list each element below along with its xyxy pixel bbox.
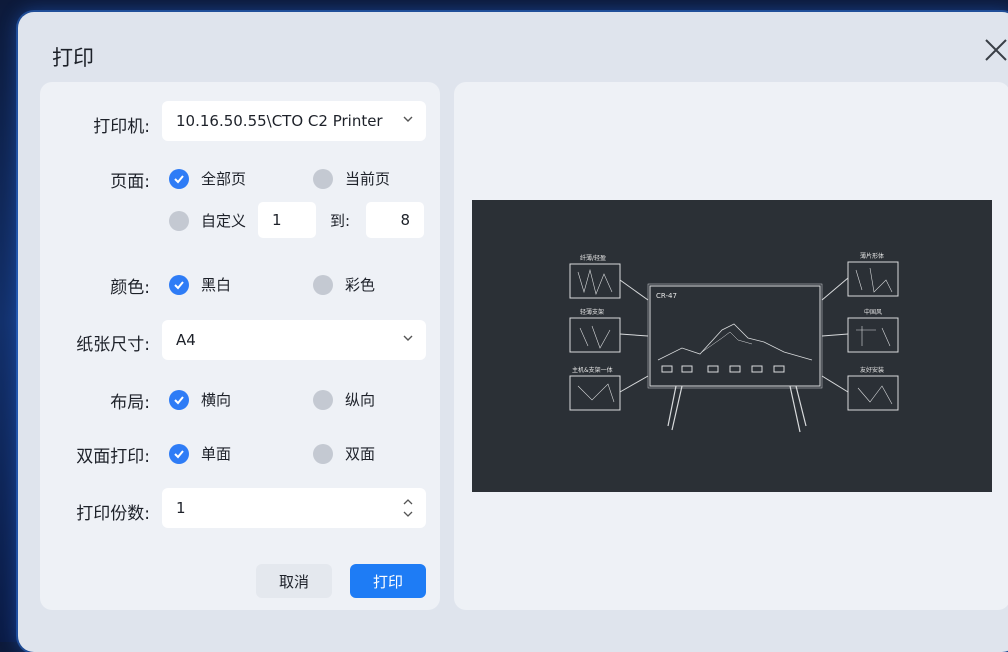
to-label: 到: — [330, 212, 351, 230]
single-side-label: 单面 — [201, 445, 232, 463]
chevron-down-icon — [403, 116, 413, 122]
current-page-label: 当前页 — [345, 170, 391, 188]
duplex-label: 双面打印: — [76, 447, 150, 467]
callout-label-2: 轻薄支架 — [580, 308, 604, 316]
callout-label-6: 友好安装 — [860, 366, 884, 374]
copies-value: 1 — [176, 499, 186, 517]
copies-stepper[interactable]: 1 — [162, 488, 426, 528]
paper-size-select[interactable]: A4 — [162, 320, 426, 360]
radio-landscape[interactable]: 横向 — [169, 389, 231, 410]
radio-checked-icon — [169, 443, 189, 464]
radio-unchecked-icon — [313, 389, 333, 410]
radio-unchecked-icon — [313, 168, 333, 189]
radio-unchecked-icon — [313, 274, 333, 295]
display-sketch — [649, 285, 821, 387]
copies-label: 打印份数: — [76, 504, 150, 524]
portrait-label: 纵向 — [345, 391, 376, 409]
radio-checked-icon — [169, 168, 189, 189]
settings-panel: 打印机: 10.16.50.55\CTO C2 Printer 页面: 全部页 … — [40, 82, 440, 610]
radio-checked-icon — [169, 274, 189, 295]
chevron-down-icon — [403, 335, 413, 341]
printer-value: 10.16.50.55\CTO C2 Printer — [176, 112, 383, 130]
stepper-arrows-icon[interactable] — [402, 494, 414, 522]
radio-unchecked-icon — [169, 210, 189, 231]
radio-unchecked-icon — [313, 443, 333, 464]
double-side-label: 双面 — [345, 445, 376, 463]
radio-all-pages[interactable]: 全部页 — [169, 168, 246, 189]
all-pages-label: 全部页 — [201, 170, 247, 188]
layout-label: 布局: — [110, 393, 150, 413]
paper-size-value: A4 — [176, 331, 196, 349]
screen-brand-label: CR-47 — [656, 292, 677, 300]
color-option-label: 彩色 — [345, 276, 376, 294]
print-button[interactable]: 打印 — [350, 564, 426, 598]
callout-label-5: 中国风 — [864, 308, 882, 316]
print-preview-image: 纤薄/轻盈 轻薄支架 主机&支架一体 薄片形体 中国风 友好安装 CR-47 — [472, 200, 992, 492]
callout-label-3: 主机&支架一体 — [572, 366, 613, 374]
radio-single-side[interactable]: 单面 — [169, 443, 231, 464]
callout-label-4: 薄片形体 — [860, 252, 884, 260]
printer-label: 打印机: — [93, 117, 150, 137]
sketch-illustration: 纤薄/轻盈 轻薄支架 主机&支架一体 薄片形体 中国风 友好安装 CR-47 — [569, 252, 899, 433]
landscape-label: 横向 — [201, 391, 232, 409]
radio-color[interactable]: 彩色 — [313, 274, 375, 295]
cancel-button[interactable]: 取消 — [256, 564, 332, 598]
page-from-input[interactable]: 1 — [258, 202, 316, 238]
radio-custom-pages[interactable]: 自定义 — [169, 210, 246, 231]
radio-double-side[interactable]: 双面 — [313, 443, 375, 464]
radio-black-white[interactable]: 黑白 — [169, 274, 231, 295]
page-to-value: 8 — [400, 211, 410, 229]
preview-panel: 纤薄/轻盈 轻薄支架 主机&支架一体 薄片形体 中国风 友好安装 CR-47 — [454, 82, 1008, 610]
dialog-title: 打印 — [52, 46, 94, 70]
paper-size-label: 纸张尺寸: — [76, 335, 150, 355]
radio-portrait[interactable]: 纵向 — [313, 389, 375, 410]
radio-checked-icon — [169, 389, 189, 410]
callout-label-1: 纤薄/轻盈 — [580, 254, 606, 262]
black-white-label: 黑白 — [201, 276, 232, 294]
pages-label: 页面: — [110, 172, 150, 192]
print-dialog: 打印 打印机: 10.16.50.55\CTO C2 Printer 页面: 全… — [18, 12, 1008, 652]
radio-current-page[interactable]: 当前页 — [313, 168, 390, 189]
color-label: 颜色: — [110, 278, 150, 298]
custom-pages-label: 自定义 — [201, 212, 247, 230]
printer-select[interactable]: 10.16.50.55\CTO C2 Printer — [162, 101, 426, 141]
close-icon[interactable] — [982, 36, 1008, 64]
page-from-value: 1 — [272, 211, 282, 229]
page-to-input[interactable]: 8 — [366, 202, 424, 238]
